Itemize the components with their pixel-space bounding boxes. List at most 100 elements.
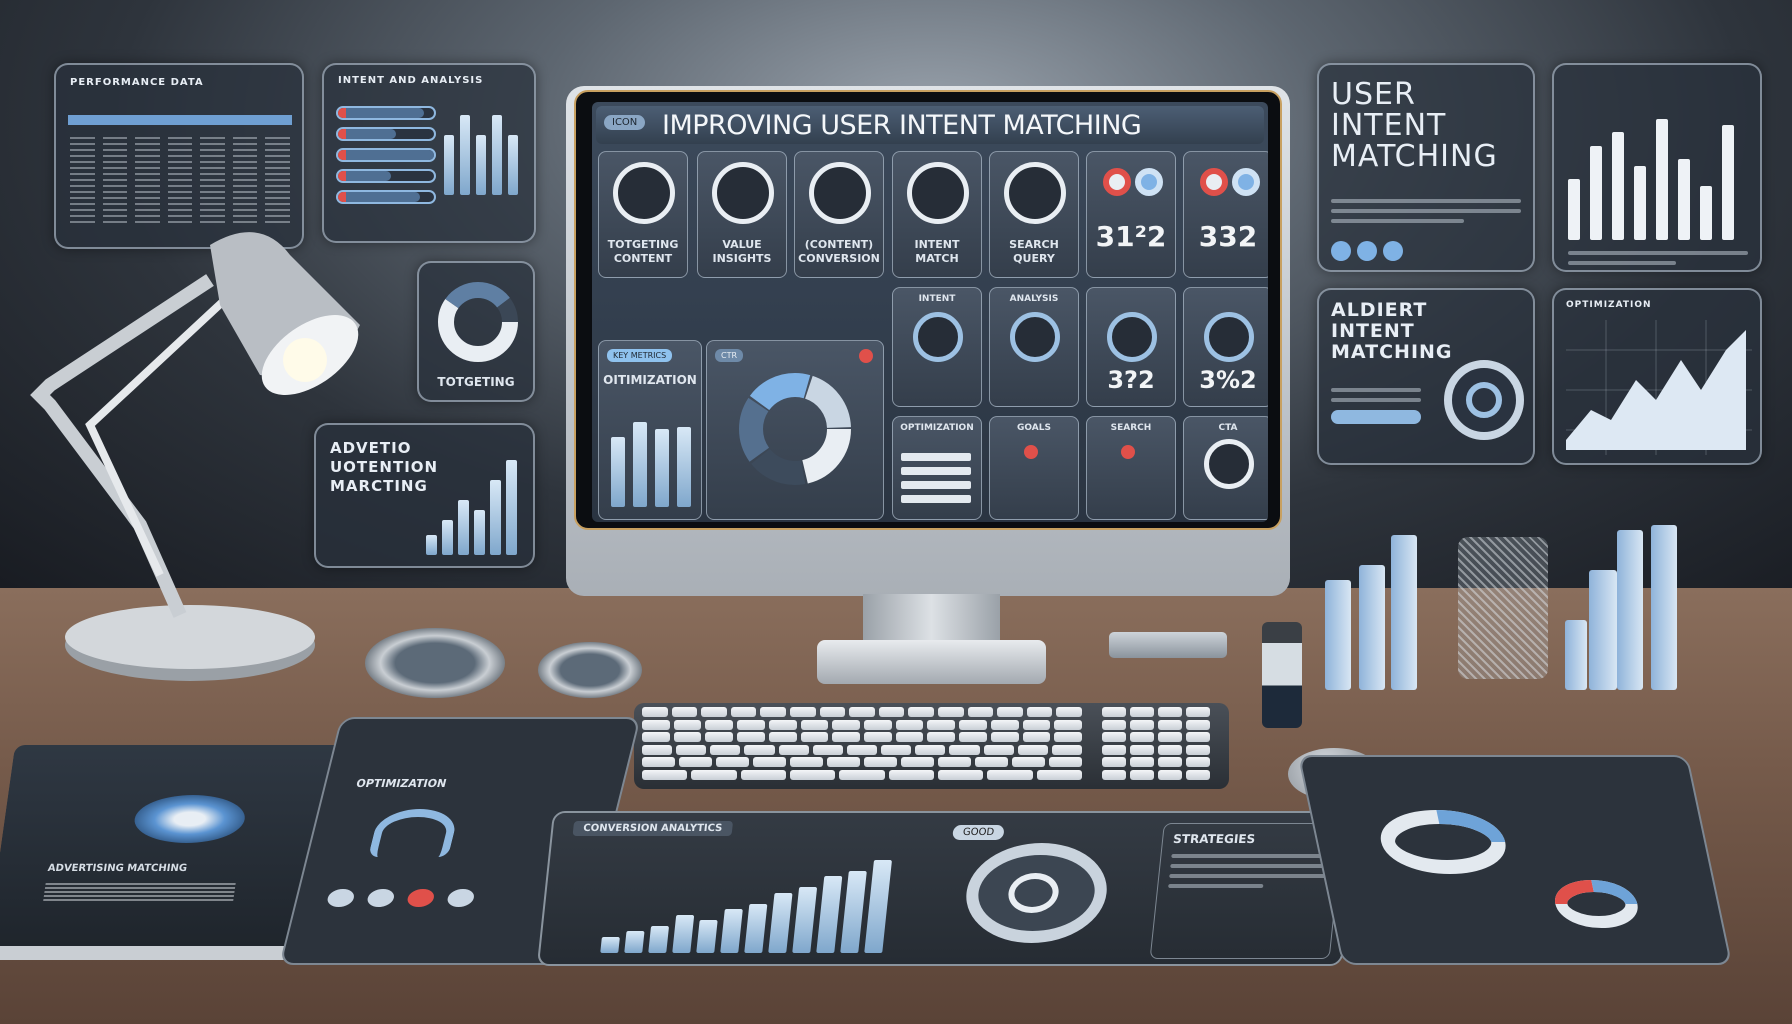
numpad-key[interactable] bbox=[1130, 732, 1154, 742]
key[interactable] bbox=[642, 757, 675, 767]
dashboard-tile[interactable]: 3?2 bbox=[1086, 287, 1176, 407]
dashboard-tile[interactable]: 31²2 bbox=[1086, 151, 1176, 278]
key[interactable] bbox=[1022, 719, 1051, 730]
key[interactable] bbox=[990, 719, 1019, 730]
alert-icon[interactable] bbox=[859, 349, 873, 363]
key[interactable] bbox=[790, 769, 836, 780]
key[interactable] bbox=[800, 719, 829, 730]
key[interactable] bbox=[849, 707, 875, 717]
key[interactable] bbox=[1049, 757, 1082, 767]
slider[interactable] bbox=[336, 169, 436, 183]
key[interactable] bbox=[827, 757, 860, 767]
dashboard-tile[interactable]: 332 bbox=[1183, 151, 1268, 278]
dashboard-tile[interactable]: INTENT MATCH bbox=[892, 151, 982, 278]
numpad-key[interactable] bbox=[1186, 769, 1210, 780]
dashboard-tile[interactable]: INTENT bbox=[892, 287, 982, 407]
numpad-key[interactable] bbox=[1158, 732, 1182, 742]
key[interactable] bbox=[760, 707, 786, 717]
key[interactable] bbox=[642, 769, 688, 780]
numpad-key[interactable] bbox=[1158, 769, 1182, 780]
key[interactable] bbox=[987, 769, 1033, 780]
numpad-key[interactable] bbox=[1130, 719, 1154, 730]
slider[interactable] bbox=[336, 148, 436, 162]
key[interactable] bbox=[753, 757, 786, 767]
key[interactable] bbox=[864, 757, 897, 767]
key[interactable] bbox=[744, 744, 775, 755]
key[interactable] bbox=[819, 707, 846, 717]
numpad-key[interactable] bbox=[1158, 757, 1182, 767]
numpad-key[interactable] bbox=[1186, 707, 1210, 717]
key[interactable] bbox=[901, 757, 934, 767]
key[interactable] bbox=[642, 732, 670, 742]
key[interactable] bbox=[832, 719, 860, 730]
key[interactable] bbox=[737, 719, 765, 730]
key[interactable] bbox=[997, 707, 1023, 717]
key[interactable] bbox=[983, 744, 1014, 755]
key[interactable] bbox=[895, 732, 924, 742]
key[interactable] bbox=[716, 757, 749, 767]
key[interactable] bbox=[864, 732, 892, 742]
dashboard-tile[interactable]: (CONTENT) CONVERSION bbox=[794, 151, 884, 278]
key[interactable] bbox=[800, 732, 829, 742]
key[interactable] bbox=[1022, 732, 1051, 742]
dashboard-tile[interactable]: TOTGETING CONTENT bbox=[598, 151, 688, 278]
key[interactable] bbox=[839, 769, 885, 780]
key[interactable] bbox=[673, 732, 702, 742]
panel-badge[interactable]: CTR bbox=[715, 349, 744, 362]
key[interactable] bbox=[790, 757, 823, 767]
key[interactable] bbox=[1017, 744, 1048, 755]
numpad-key[interactable] bbox=[1102, 719, 1126, 730]
key[interactable] bbox=[895, 719, 924, 730]
numpad-key[interactable] bbox=[1186, 732, 1210, 742]
key[interactable] bbox=[927, 732, 956, 742]
status-pill[interactable]: GOOD bbox=[952, 825, 1005, 840]
key[interactable] bbox=[1026, 707, 1053, 717]
circle-icon[interactable] bbox=[1383, 241, 1403, 261]
key[interactable] bbox=[938, 757, 971, 767]
key[interactable] bbox=[812, 744, 843, 755]
numpad-key[interactable] bbox=[1130, 707, 1154, 717]
key[interactable] bbox=[676, 744, 707, 755]
numpad-key[interactable] bbox=[1186, 719, 1210, 730]
dashboard-tile[interactable]: SEARCH bbox=[1086, 416, 1176, 520]
key[interactable] bbox=[1054, 732, 1082, 742]
numpad-key[interactable] bbox=[1186, 744, 1210, 755]
dashboard-tile[interactable]: 3%2 bbox=[1183, 287, 1268, 407]
toggle-icon[interactable] bbox=[325, 889, 357, 907]
key[interactable] bbox=[990, 732, 1019, 742]
key[interactable] bbox=[740, 769, 786, 780]
numpad-key[interactable] bbox=[1186, 757, 1210, 767]
key[interactable] bbox=[673, 719, 702, 730]
key[interactable] bbox=[888, 769, 934, 780]
key[interactable] bbox=[642, 707, 668, 717]
toggle-icon[interactable] bbox=[445, 889, 477, 907]
dashboard-tile[interactable]: SEARCH QUERY bbox=[989, 151, 1079, 278]
key[interactable] bbox=[938, 769, 984, 780]
key[interactable] bbox=[915, 744, 946, 755]
key[interactable] bbox=[881, 744, 912, 755]
key[interactable] bbox=[959, 719, 987, 730]
key[interactable] bbox=[846, 744, 878, 755]
key[interactable] bbox=[737, 732, 765, 742]
key[interactable] bbox=[679, 757, 712, 767]
key[interactable] bbox=[927, 719, 956, 730]
key[interactable] bbox=[1012, 757, 1045, 767]
numpad-key[interactable] bbox=[1158, 719, 1182, 730]
key[interactable] bbox=[701, 707, 727, 717]
key[interactable] bbox=[949, 744, 980, 755]
dashboard-tile[interactable]: VALUE INSIGHTS bbox=[697, 151, 787, 278]
key[interactable] bbox=[730, 707, 757, 717]
key[interactable] bbox=[975, 757, 1008, 767]
dashboard-tile[interactable]: OPTIMIZATION bbox=[892, 416, 982, 520]
numpad-key[interactable] bbox=[1102, 744, 1126, 755]
key[interactable] bbox=[642, 719, 670, 730]
key[interactable] bbox=[642, 744, 673, 755]
slider[interactable] bbox=[336, 190, 436, 204]
key[interactable] bbox=[671, 707, 698, 717]
dashboard-tile[interactable]: GOALS bbox=[989, 416, 1079, 520]
key[interactable] bbox=[1056, 707, 1082, 717]
key[interactable] bbox=[790, 707, 816, 717]
keyboard[interactable] bbox=[634, 703, 1229, 789]
key[interactable] bbox=[959, 732, 987, 742]
key[interactable] bbox=[705, 732, 734, 742]
